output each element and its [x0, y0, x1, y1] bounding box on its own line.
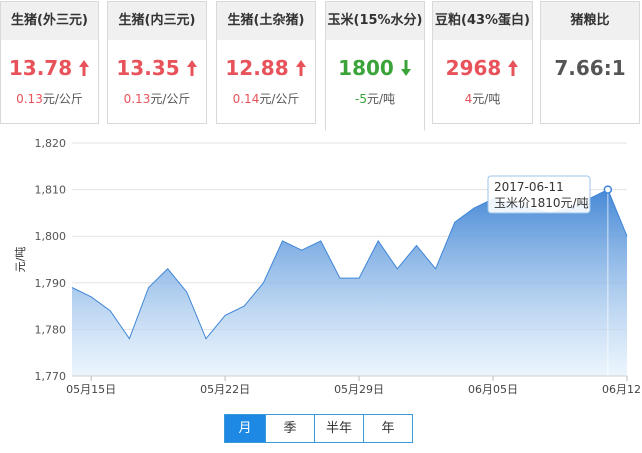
data-point	[109, 310, 111, 312]
card-price: 12.88	[225, 56, 289, 80]
price-card[interactable]: 生猪(外三元) 13.78 0.13元/公斤	[0, 1, 99, 124]
period-button[interactable]: 季	[265, 415, 314, 442]
period-switcher: 月季半年年	[224, 414, 413, 443]
card-title: 玉米(15%水分)	[326, 2, 424, 40]
data-point	[434, 268, 436, 270]
price-card[interactable]: 豆粕(43%蛋白) 2968 4元/吨	[432, 1, 533, 124]
card-title: 生猪(内三元)	[108, 2, 206, 40]
data-point	[128, 338, 130, 340]
data-point	[166, 268, 168, 270]
data-point	[473, 207, 475, 209]
y-tick-label: 1,790	[35, 277, 67, 290]
tooltip-marker	[603, 185, 613, 194]
arrow-up-icon	[186, 60, 197, 76]
card-change: 0.13元/公斤	[123, 92, 191, 106]
x-tick-label: 05月22日	[200, 383, 250, 396]
arrow-up-icon	[508, 60, 519, 76]
card-title: 生猪(外三元)	[1, 2, 98, 40]
data-point	[186, 291, 188, 293]
card-change: 0.13元/公斤	[16, 92, 83, 106]
tooltip-value: 玉米价1810元/吨	[494, 196, 589, 210]
card-change: 0.14元/公斤	[232, 92, 300, 106]
data-point	[224, 314, 226, 316]
card-price: 2968	[445, 56, 502, 80]
arrow-up-icon	[79, 60, 90, 76]
card-title: 豆粕(43%蛋白)	[433, 2, 532, 40]
card-price: 7.66:1	[554, 56, 626, 80]
y-tick-label: 1,770	[35, 370, 67, 383]
card-title: 生猪(土杂猪)	[217, 2, 315, 40]
corn-price-chart: 1,770 1,780 1,790 1,800 1,810 1,820 元/吨 05月15日 0…	[14, 137, 642, 396]
data-point	[147, 286, 149, 288]
price-card[interactable]: 玉米(15%水分) 1800 -5元/吨	[325, 1, 425, 131]
data-point	[626, 235, 628, 237]
data-point	[281, 240, 283, 242]
card-change: -5元/吨	[354, 92, 395, 106]
card-title: 猪粮比	[541, 2, 639, 40]
price-cards: 生猪(外三元) 13.78 0.13元/公斤 生猪(内三元) 13.35 0.13元/公斤…	[0, 0, 642, 131]
data-point	[339, 277, 341, 279]
x-tick-label: 05月15日	[66, 383, 116, 396]
card-price: 1800	[338, 56, 394, 80]
y-tick-label: 1,820	[35, 137, 67, 150]
y-tick-label: 1,800	[35, 230, 67, 243]
data-point	[396, 268, 398, 270]
price-card[interactable]: 生猪(土杂猪) 12.88 0.14元/公斤	[216, 1, 316, 124]
price-card[interactable]: 猪粮比 7.66:1	[540, 1, 640, 124]
period-button[interactable]: 年	[363, 415, 412, 442]
tooltip-date: 2017-06-11	[494, 180, 564, 194]
x-tick-label: 06月05日	[468, 383, 518, 396]
period-button[interactable]: 月	[225, 415, 265, 442]
data-point	[243, 305, 245, 307]
price-area	[72, 189, 627, 376]
y-axis-label: 元/吨	[14, 247, 27, 273]
data-point	[358, 277, 360, 279]
card-price: 13.35	[116, 56, 180, 80]
data-point	[71, 286, 73, 288]
data-point	[300, 249, 302, 251]
period-button[interactable]: 半年	[314, 415, 363, 442]
data-point	[454, 221, 456, 223]
data-point	[320, 240, 322, 242]
data-point	[205, 338, 207, 340]
data-point	[377, 240, 379, 242]
card-change: 4元/吨	[464, 92, 501, 106]
x-tick-label: 06月12日	[602, 383, 642, 396]
card-price: 13.78	[8, 56, 73, 80]
price-card[interactable]: 生猪(内三元) 13.35 0.13元/公斤	[107, 1, 207, 124]
arrow-down-icon	[400, 60, 411, 76]
data-point	[90, 296, 92, 298]
arrow-up-icon	[295, 60, 306, 76]
data-point	[262, 282, 264, 284]
x-tick-label: 05月29日	[334, 383, 384, 396]
y-tick-label: 1,780	[35, 323, 67, 336]
data-point	[415, 244, 417, 246]
y-tick-label: 1,810	[35, 184, 67, 197]
